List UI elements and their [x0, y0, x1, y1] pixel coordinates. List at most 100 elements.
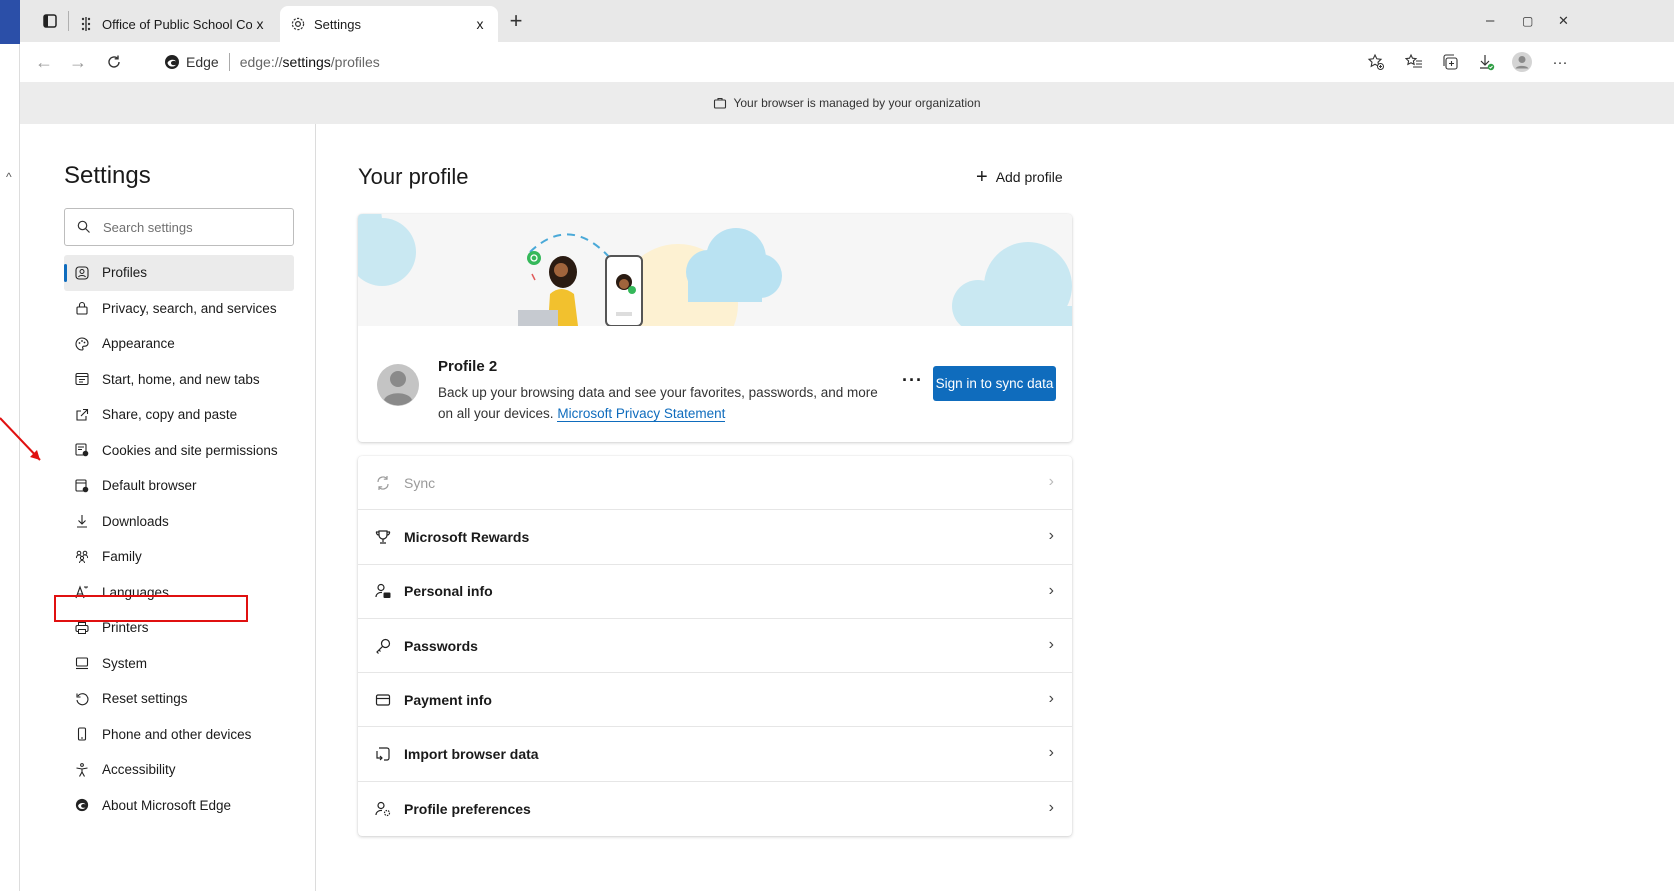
privacy-statement-link[interactable]: Microsoft Privacy Statement: [557, 406, 726, 422]
sidebar-item-phone[interactable]: Phone and other devices: [64, 717, 294, 753]
system-icon: [74, 655, 90, 671]
sidebar-item-family[interactable]: Family: [64, 539, 294, 575]
sidebar-item-about[interactable]: About Microsoft Edge: [64, 788, 294, 824]
annotation-arrow: [0, 417, 41, 461]
gear-icon: [290, 16, 306, 32]
sidebar-item-profiles[interactable]: Profiles: [64, 255, 294, 291]
search-icon: [77, 220, 90, 233]
address-scheme: edge://: [239, 54, 283, 70]
avatar: [377, 364, 419, 406]
sidebar-item-reset[interactable]: Reset settings: [64, 681, 294, 717]
sidebar-item-label: Start, home, and new tabs: [102, 371, 260, 387]
download-icon: [74, 513, 90, 529]
profile-more-button[interactable]: ···: [902, 370, 923, 391]
sidebar-item-appearance[interactable]: Appearance: [64, 326, 294, 362]
reset-icon: [74, 691, 90, 707]
chevron-right-icon: ›: [1048, 527, 1054, 545]
accessibility-icon: [74, 762, 90, 778]
row-microsoft-rewards[interactable]: Microsoft Rewards ›: [358, 510, 1072, 565]
sidebar-item-share[interactable]: Share, copy and paste: [64, 397, 294, 433]
address-brand: Edge: [186, 54, 219, 70]
new-tab-button[interactable]: +: [504, 10, 528, 34]
sidebar-item-label: Privacy, search, and services: [102, 300, 277, 316]
row-payment-info[interactable]: Payment info ›: [358, 673, 1072, 728]
chevron-right-icon: ›: [1048, 744, 1054, 762]
profile-description: Back up your browsing data and see your …: [438, 382, 878, 424]
sidebar-item-system[interactable]: System: [64, 646, 294, 682]
share-icon: [74, 407, 90, 423]
row-sync[interactable]: Sync ›: [358, 456, 1072, 511]
sign-in-sync-button[interactable]: Sign in to sync data: [933, 366, 1056, 401]
address-path: /profiles: [330, 54, 380, 70]
sidebar-item-accessibility[interactable]: Accessibility: [64, 752, 294, 788]
phone-icon: [74, 726, 90, 742]
lock-icon: [74, 300, 90, 316]
profile-prefs-icon: [374, 800, 392, 818]
row-label: Payment info: [404, 691, 492, 708]
close-window-button[interactable]: ✕: [1558, 13, 1569, 29]
forward-button[interactable]: →: [66, 50, 90, 74]
tab-close-button[interactable]: x: [472, 16, 488, 32]
default-browser-icon: [74, 478, 90, 494]
row-import-browser-data[interactable]: Import browser data ›: [358, 727, 1072, 782]
sidebar-item-downloads[interactable]: Downloads: [64, 504, 294, 540]
sidebar-item-label: Printers: [102, 620, 149, 636]
search-input[interactable]: Search settings: [64, 208, 294, 246]
page-title: Your profile: [358, 164, 469, 189]
profile-name: Profile 2: [438, 358, 498, 375]
chevron-right-icon: ›: [1048, 581, 1054, 599]
row-label: Microsoft Rewards: [404, 528, 530, 545]
download-icon: [1480, 55, 1495, 71]
personal-info-icon: [374, 582, 392, 600]
tab-settings[interactable]: Settings x: [280, 6, 498, 42]
managed-banner: Your browser is managed by your organiza…: [20, 82, 1674, 124]
row-personal-info[interactable]: Personal info ›: [358, 565, 1072, 619]
sidebar-item-privacy[interactable]: Privacy, search, and services: [64, 291, 294, 327]
add-favorite-button[interactable]: [1366, 52, 1386, 72]
row-passwords[interactable]: Passwords ›: [358, 619, 1072, 674]
tab-close-button[interactable]: x: [252, 16, 268, 32]
annotation-highlight-box: [54, 595, 248, 622]
address-divider: [228, 53, 230, 71]
add-profile-button[interactable]: + Add profile: [976, 167, 1063, 187]
trophy-icon: [374, 528, 392, 546]
tab-opsc[interactable]: Office of Public School Construct x: [68, 6, 278, 42]
sync-icon: [374, 474, 392, 492]
edge-icon: [74, 797, 90, 813]
star-add-icon: [1367, 53, 1384, 70]
sidebar-item-label: Default browser: [102, 478, 197, 494]
sidebar-item-label: Downloads: [102, 513, 169, 529]
profile-button[interactable]: [1512, 52, 1532, 72]
sidebar-item-label: Accessibility: [102, 762, 176, 778]
address-bar[interactable]: Edge edge://settings/profiles: [154, 47, 1454, 77]
sidebar-item-label: Reset settings: [102, 691, 188, 707]
row-label: Passwords: [404, 637, 478, 654]
more-menu-button[interactable]: ···: [1550, 52, 1570, 72]
settings-nav: Profiles Privacy, search, and services A…: [64, 255, 294, 823]
tab-title: Office of Public School Construct: [102, 16, 252, 32]
row-profile-preferences[interactable]: Profile preferences ›: [358, 782, 1072, 836]
sidebar-item-cookies[interactable]: Cookies and site permissions: [64, 433, 294, 469]
back-button[interactable]: ←: [32, 50, 56, 74]
restore-button[interactable]: ▢: [1522, 14, 1533, 28]
tab-actions-button[interactable]: [38, 10, 62, 32]
sidebar-item-label: Family: [102, 549, 142, 565]
chevron-right-icon: ›: [1048, 635, 1054, 653]
briefcase-icon: [714, 97, 727, 109]
sidebar-title: Settings: [64, 162, 151, 189]
row-label: Import browser data: [404, 746, 539, 763]
collections-button[interactable]: [1440, 52, 1460, 72]
tab-actions-icon: [43, 14, 57, 28]
sidebar-item-label: Share, copy and paste: [102, 407, 238, 423]
address-row: ← → Edge edge://settings/profiles ···: [20, 42, 1674, 82]
sidebar-item-default-browser[interactable]: Default browser: [64, 468, 294, 504]
downloads-button[interactable]: [1476, 52, 1496, 72]
profile-card: Profile 2 Back up your browsing data and…: [358, 214, 1072, 442]
chevron-right-icon: ›: [1048, 473, 1054, 490]
refresh-button[interactable]: [102, 50, 126, 74]
sidebar-item-start-home[interactable]: Start, home, and new tabs: [64, 362, 294, 398]
favorites-button[interactable]: [1404, 52, 1424, 72]
favorites-icon: [1405, 53, 1422, 68]
minimize-button[interactable]: –: [1486, 12, 1494, 29]
search-placeholder: Search settings: [103, 219, 193, 235]
